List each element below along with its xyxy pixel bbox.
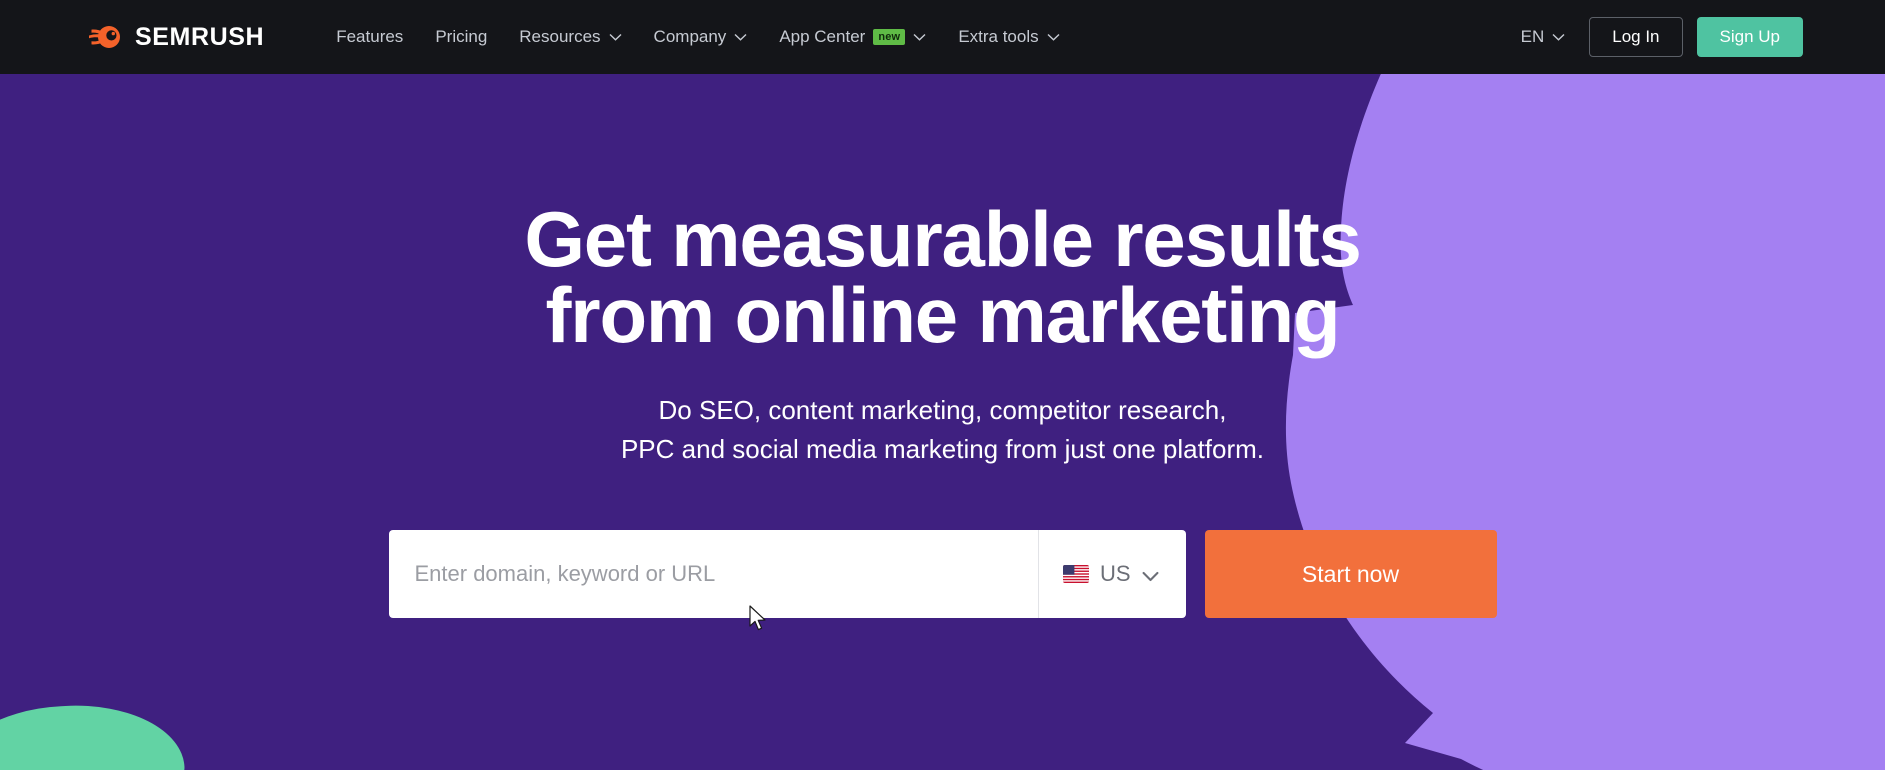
- subtitle-line-2: PPC and social media marketing from just…: [620, 433, 1265, 464]
- nav-item-extra-tools[interactable]: Extra tools: [942, 27, 1075, 47]
- hero-section: Get measurable results from online marke…: [0, 74, 1885, 770]
- nav-item-pricing[interactable]: Pricing: [419, 27, 503, 47]
- country-selector[interactable]: US: [1037, 530, 1186, 619]
- chevron-down-icon: [1142, 569, 1159, 581]
- search-box: US: [388, 530, 1186, 619]
- us-flag-icon: [1062, 565, 1089, 584]
- brand-logo-link[interactable]: SEMRUSH: [88, 23, 264, 52]
- semrush-comet-logo-icon: [88, 24, 122, 50]
- nav-item-app-center[interactable]: App Center new: [763, 27, 942, 47]
- chevron-down-icon: [913, 33, 926, 41]
- nav-item-company[interactable]: Company: [638, 27, 764, 47]
- nav-item-company-label: Company: [653, 27, 727, 46]
- start-now-button[interactable]: Start now: [1204, 530, 1497, 619]
- chevron-down-icon: [1047, 33, 1060, 41]
- chevron-down-icon: [1552, 33, 1565, 41]
- subtitle-line-1: Do SEO, content marketing, competitor re…: [658, 395, 1227, 426]
- nav-right-actions: EN Log In Sign Up: [1521, 17, 1803, 57]
- country-selector-label: US: [1099, 561, 1131, 587]
- sign-up-button[interactable]: Sign Up: [1696, 17, 1803, 57]
- chevron-down-icon: [734, 33, 747, 41]
- language-selector-label: EN: [1520, 27, 1545, 46]
- nav-item-app-center-label: App Center: [779, 27, 866, 46]
- nav-item-resources[interactable]: Resources: [503, 27, 637, 47]
- brand-name-text: SEMRUSH: [135, 22, 265, 51]
- nav-item-resources-label: Resources: [519, 27, 601, 46]
- language-selector[interactable]: EN: [1521, 27, 1566, 47]
- headline-line-2: from online marketing: [545, 270, 1341, 359]
- new-badge: new: [873, 29, 906, 45]
- search-input[interactable]: [388, 530, 1038, 619]
- hero-content: Get measurable results from online marke…: [0, 74, 1885, 770]
- headline-line-1: Get measurable results: [524, 195, 1362, 283]
- nav-item-pricing-label: Pricing: [435, 27, 488, 46]
- hero-search-form: US Start now: [388, 530, 1497, 619]
- nav-item-features[interactable]: Features: [320, 27, 419, 47]
- top-navigation-bar: SEMRUSH Features Pricing Resources Compa…: [0, 0, 1885, 74]
- page-title: Get measurable results from online marke…: [524, 200, 1362, 359]
- chevron-down-icon: [609, 33, 622, 41]
- log-in-button[interactable]: Log In: [1589, 17, 1683, 57]
- nav-item-extra-tools-label: Extra tools: [958, 27, 1039, 46]
- primary-nav: Features Pricing Resources Company App C…: [320, 27, 1075, 47]
- hero-subtitle: Do SEO, content marketing, competitor re…: [621, 391, 1264, 468]
- nav-item-features-label: Features: [336, 27, 404, 46]
